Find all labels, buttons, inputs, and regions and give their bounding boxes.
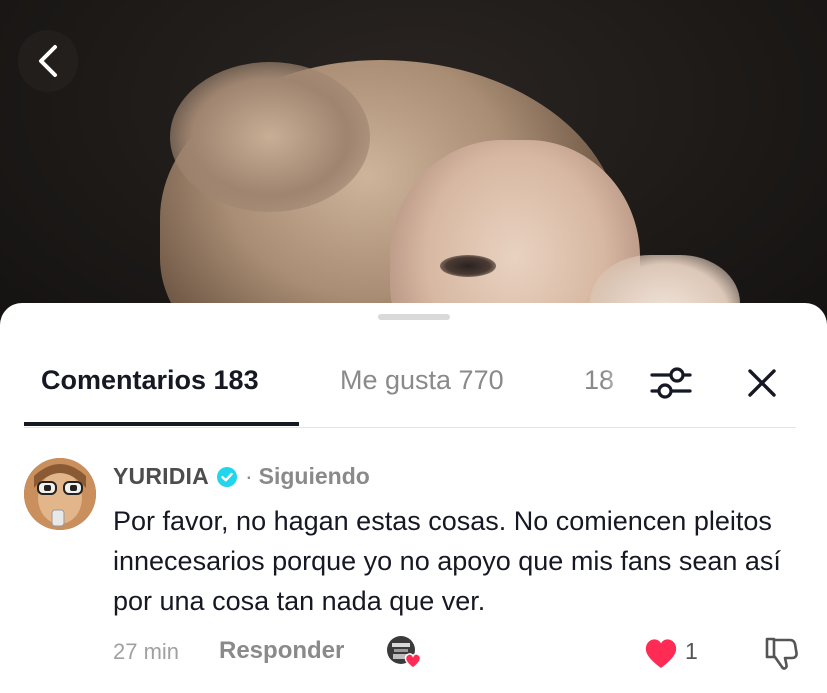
filter-sliders-icon bbox=[650, 367, 692, 399]
like-count: 1 bbox=[685, 638, 698, 664]
video-background-photo bbox=[0, 0, 827, 340]
tab-comments[interactable]: Comentarios 183 bbox=[41, 365, 259, 396]
sheet-drag-handle[interactable] bbox=[378, 314, 450, 320]
heart-icon[interactable] bbox=[643, 636, 679, 670]
comments-sheet: Comentarios 183 Me gusta 770 18 YURIDIA … bbox=[0, 303, 827, 693]
creator-liked-avatar bbox=[387, 636, 422, 669]
comment-actions: 27 min Responder 1 bbox=[113, 636, 813, 672]
verified-badge-icon bbox=[216, 466, 237, 487]
comment-text: Por favor, no hagan estas cosas. No comi… bbox=[113, 506, 781, 616]
comments-tabs: Comentarios 183 Me gusta 770 18 bbox=[0, 355, 827, 427]
reply-button[interactable]: Responder bbox=[219, 637, 344, 665]
photo-eye bbox=[440, 255, 496, 277]
avatar[interactable] bbox=[24, 458, 96, 530]
back-chevron-icon bbox=[39, 45, 57, 77]
comment-time: 27 min bbox=[113, 639, 180, 664]
tabs-divider bbox=[24, 427, 796, 428]
close-button[interactable] bbox=[740, 361, 784, 405]
follow-status: Siguiendo bbox=[258, 463, 370, 489]
header-separator: · bbox=[244, 463, 253, 489]
dislike-icon[interactable] bbox=[763, 634, 799, 672]
active-tab-indicator bbox=[24, 422, 299, 426]
tab-likes[interactable]: Me gusta 770 bbox=[340, 365, 504, 396]
back-button[interactable] bbox=[18, 30, 78, 92]
filter-button[interactable] bbox=[648, 361, 694, 405]
close-icon bbox=[748, 369, 776, 397]
tab-partial[interactable]: 18 bbox=[584, 365, 628, 396]
photo-hair-bun bbox=[170, 62, 370, 212]
comment-header: YURIDIA · Siguiendo bbox=[113, 463, 370, 490]
avatar-image bbox=[24, 458, 96, 530]
comment-username[interactable]: YURIDIA bbox=[113, 463, 209, 490]
